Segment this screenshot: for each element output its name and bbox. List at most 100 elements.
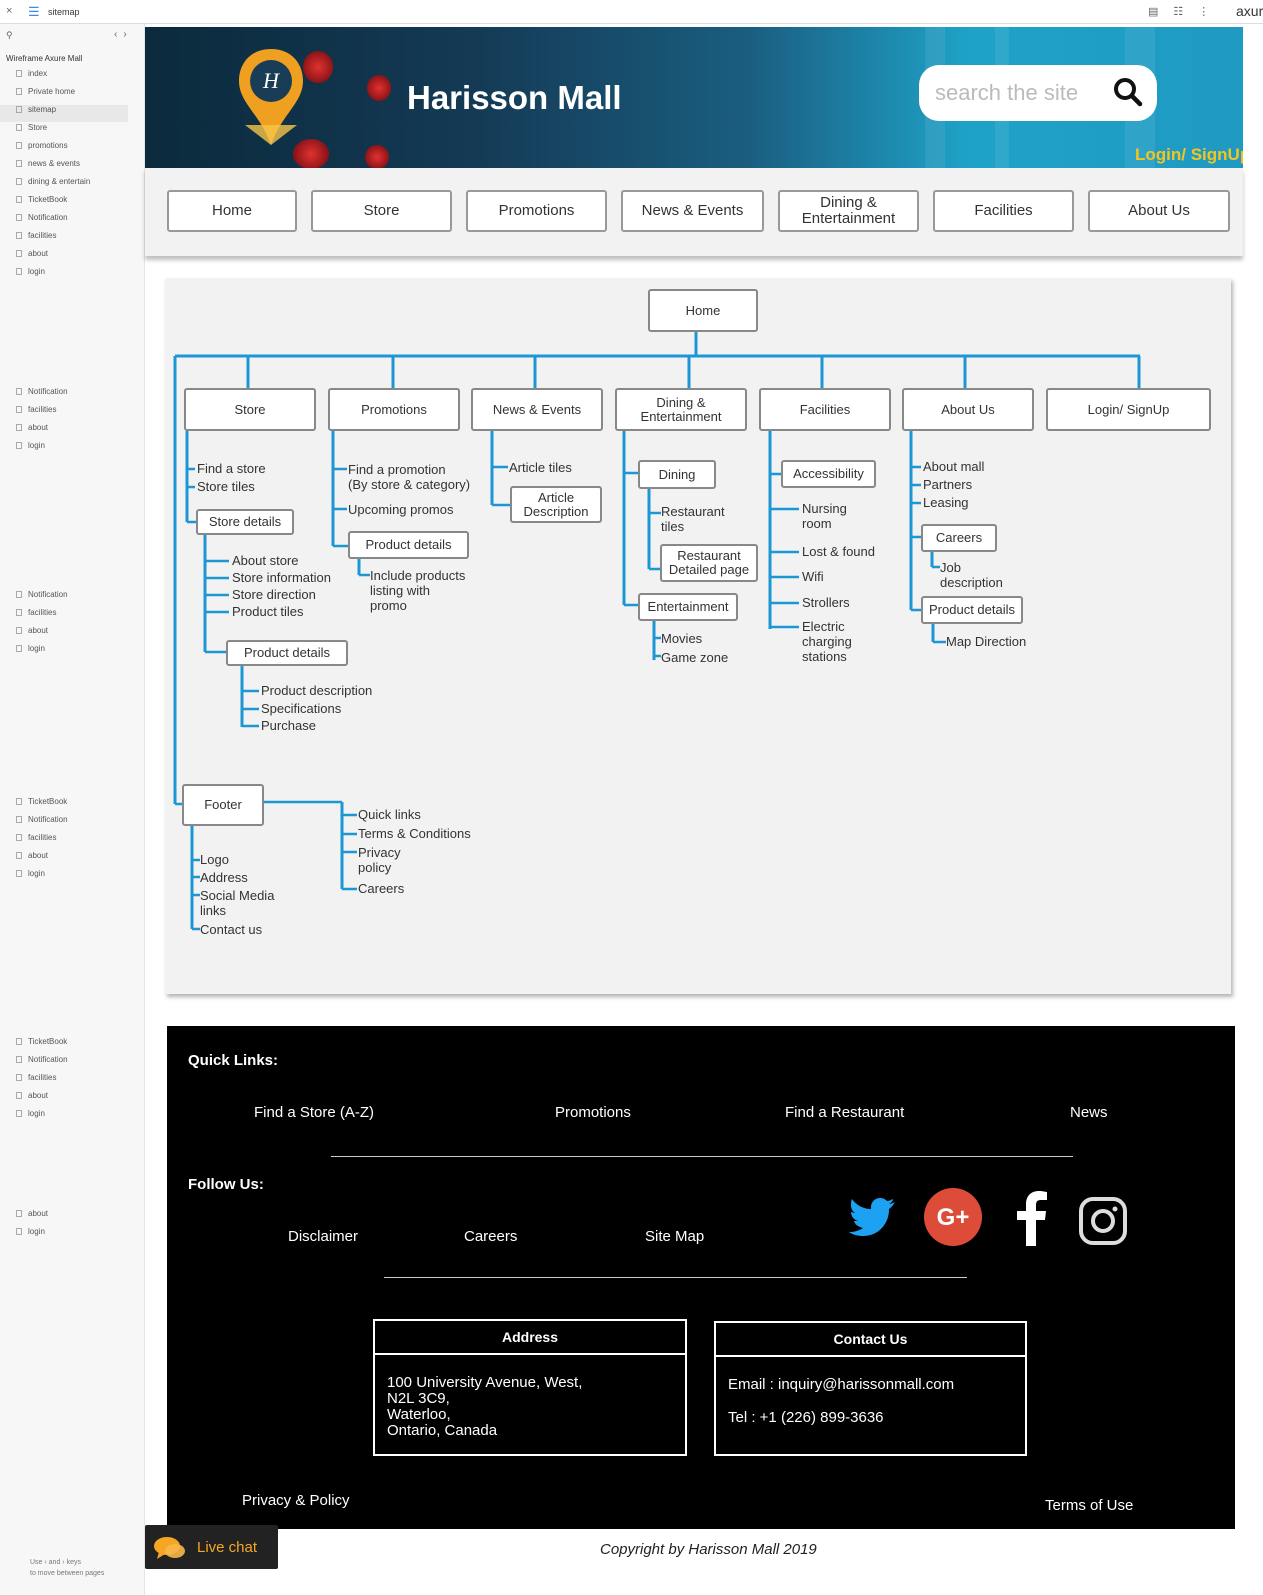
sidebar-page-about[interactable]: about [16,851,144,868]
sitemap-leaf: Terms & Conditions [358,826,471,841]
sitemap-node-dining[interactable]: Dining [638,460,716,489]
facebook-icon[interactable] [1010,1190,1050,1246]
sidebar-page-notification[interactable]: Notification [16,590,144,607]
sitemap-node-restaurant-detail[interactable]: Restaurant Detailed page [660,544,758,582]
chat-icon [154,1537,185,1559]
sidebar-page-label: TicketBook [28,797,68,806]
close-icon[interactable]: × [6,5,12,17]
sitemap-node-careers[interactable]: Careers [921,524,997,552]
sidebar-page-private-home[interactable]: Private home [16,87,144,104]
live-chat-button[interactable]: Live chat [145,1525,278,1569]
sidebar-page-about[interactable]: about [16,1209,144,1226]
sitemap-node-news[interactable]: News & Events [471,388,603,431]
sitemap-node-store-details[interactable]: Store details [196,509,294,535]
sitemap-leaf: Leasing [923,495,969,510]
sidebar-page-login[interactable]: login [16,441,144,458]
menu-icon[interactable]: ☰ [28,4,40,20]
sidebar-page-about[interactable]: about [16,423,144,440]
nav-facilities-button[interactable]: Facilities [933,190,1074,232]
disclaimer-link[interactable]: Disclaimer [288,1228,358,1245]
sidebar-page-notification[interactable]: Notification [16,213,144,230]
sitemap-node-product-details[interactable]: Product details [348,531,469,559]
sidebar-page-about[interactable]: about [16,626,144,643]
page-icon [16,627,22,634]
sidebar-page-login[interactable]: login [16,1227,144,1244]
copyright: Copyright by Harisson Mall 2019 [600,1541,817,1558]
sidebar-page-ticketbook[interactable]: TicketBook [16,797,144,814]
nav-promotions-button[interactable]: Promotions [466,190,607,232]
page-icon [16,232,22,239]
sidebar-page-label: TicketBook [28,1037,68,1046]
nav-store-button[interactable]: Store [311,190,452,232]
sitemap-node-entertainment[interactable]: Entertainment [638,593,738,621]
google-plus-icon[interactable]: G+ [924,1188,982,1246]
twitter-icon[interactable] [849,1196,897,1240]
sitemap-node-footer[interactable]: Footer [182,784,264,826]
sitemap-node-about[interactable]: About Us [902,388,1034,431]
sidebar-page-store[interactable]: Store [16,123,144,140]
sitemap-node-accessibility[interactable]: Accessibility [781,460,876,488]
careers-link[interactable]: Careers [464,1228,517,1245]
sitemap-node-store[interactable]: Store [184,388,316,431]
sidebar-page-news-events[interactable]: news & events [16,159,144,176]
sitemap-node-login[interactable]: Login/ SignUp [1046,388,1211,431]
svg-text:H: H [262,68,280,93]
svg-text:G+: G+ [937,1204,970,1231]
contact-box: Contact Us Email : inquiry@harissonmall.… [714,1321,1027,1456]
nav-news-events-button[interactable]: News & Events [621,190,764,232]
sitemap-leaf: Game zone [661,650,729,665]
sidebar-page-label: about [28,1209,49,1218]
sitemap-node-promotions[interactable]: Promotions [328,388,460,431]
sitemap-node-facilities[interactable]: Facilities [759,388,891,431]
nav-home-button[interactable]: Home [167,190,297,232]
footer-divider-2 [384,1277,967,1278]
sidebar-page-login[interactable]: login [16,267,144,284]
terms-of-use-link[interactable]: Terms of Use [1045,1497,1133,1514]
sidebar-page-notification[interactable]: Notification [16,1055,144,1072]
sidebar-page-label: index [28,69,48,78]
quick-link-news[interactable]: News [1070,1104,1108,1121]
quick-link-find-restaurant[interactable]: Find a Restaurant [785,1104,904,1121]
site-map-link[interactable]: Site Map [645,1228,704,1245]
login-signup-link[interactable]: Login/ SignUp [1135,145,1243,165]
search-input[interactable]: search the site [919,65,1157,121]
nav-about-us-button[interactable]: About Us [1088,190,1230,232]
sidebar-page-login[interactable]: login [16,1109,144,1126]
sidebar-page-facilities[interactable]: facilities [16,405,144,422]
toolbar-icons[interactable]: ▤☷⋮ [1148,5,1224,18]
sidebar-page-notification[interactable]: Notification [16,387,144,404]
sidebar-page-facilities[interactable]: facilities [16,608,144,625]
sitemap-node-product-details[interactable]: Product details [921,596,1023,624]
sidebar-page-sitemap[interactable]: sitemap [0,105,128,122]
search-icon[interactable] [1113,77,1143,107]
sitemap-node-dining[interactable]: Dining & Entertainment [615,388,747,431]
sidebar-page-label: Notification [28,815,68,824]
sitemap-node-article-description[interactable]: Article Description [510,486,602,523]
sidebar-page-facilities[interactable]: facilities [16,1073,144,1090]
sidebar-page-about[interactable]: about [16,249,144,266]
sidebar-page-index[interactable]: index [16,69,144,86]
nav-dining-button[interactable]: Dining & Entertainment [778,190,919,232]
sitemap-leaf: Lost & found [802,544,875,559]
sitemap-node-home[interactable]: Home [648,289,758,332]
sidebar-page-about[interactable]: about [16,1091,144,1108]
page-nav-arrows[interactable]: ‹› [114,29,133,40]
address-line: N2L 3C9, [387,1390,450,1407]
contact-email[interactable]: Email : inquiry@harissonmall.com [728,1377,1013,1393]
sidebar-page-label: sitemap [28,105,57,114]
quick-link-find-store[interactable]: Find a Store (A-Z) [254,1104,374,1121]
quick-link-promotions[interactable]: Promotions [555,1104,631,1121]
sidebar-page-login[interactable]: login [16,644,144,661]
sidebar-page-facilities[interactable]: facilities [16,833,144,850]
privacy-policy-link[interactable]: Privacy & Policy [242,1492,350,1509]
sidebar-page-facilities[interactable]: facilities [16,231,144,248]
sitemap-node-product-details[interactable]: Product details [226,640,348,666]
sidebar-page-dining-entertain[interactable]: dining & entertain [16,177,144,194]
sidebar-page-promotions[interactable]: promotions [16,141,144,158]
sidebar-page-ticketbook[interactable]: TicketBook [16,1037,144,1054]
instagram-icon[interactable] [1078,1196,1128,1246]
sidebar-page-ticketbook[interactable]: TicketBook [16,195,144,212]
search-icon[interactable]: ⚲ [6,30,13,41]
sidebar-page-notification[interactable]: Notification [16,815,144,832]
sidebar-page-login[interactable]: login [16,869,144,886]
